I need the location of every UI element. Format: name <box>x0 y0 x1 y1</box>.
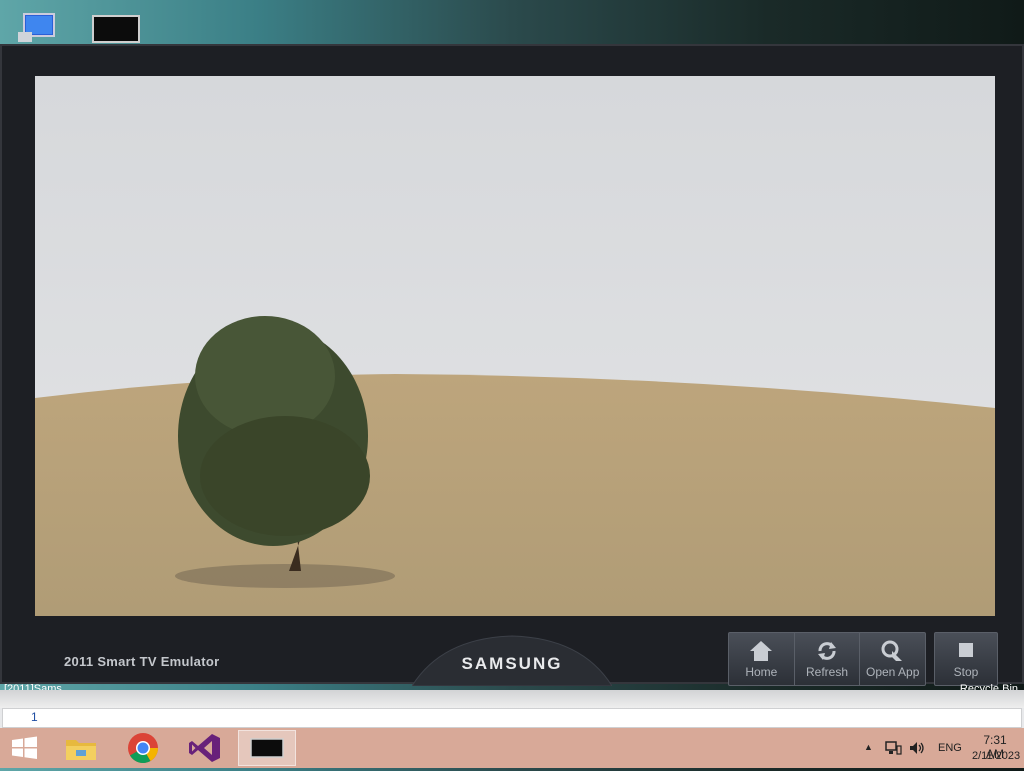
refresh-icon <box>818 642 836 660</box>
tv-emulator-window: 2011 Smart TV Emulator SAMSUNG Home Refr… <box>0 44 1024 686</box>
tv-emulator-taskbar-button[interactable] <box>238 730 296 766</box>
visual-studio-icon <box>189 734 220 762</box>
tv-screen-wallpaper <box>35 76 995 616</box>
open-app-button[interactable]: Open App <box>860 633 925 685</box>
chrome-icon <box>128 733 158 764</box>
home-label: Home <box>745 665 778 679</box>
tv-screen[interactable] <box>35 76 995 616</box>
stop-icon <box>959 643 973 657</box>
refresh-button[interactable]: Refresh <box>795 633 861 685</box>
home-icon <box>750 641 773 661</box>
open-app-label: Open App <box>865 665 920 679</box>
language-indicator[interactable]: ENG <box>938 742 962 754</box>
computer-icon[interactable] <box>16 12 64 44</box>
visual-studio-taskbar-button[interactable] <box>184 730 226 766</box>
output-text: 1 <box>31 710 38 724</box>
samsung-logo-plate: SAMSUNG <box>412 630 612 686</box>
clock-date[interactable]: 2/11/2023 <box>972 750 1020 762</box>
emulator-title: 2011 Smart TV Emulator <box>64 654 220 669</box>
output-panel: 1 <box>0 690 1024 728</box>
samsung-logo: SAMSUNG <box>461 654 563 673</box>
folder-icon <box>66 740 96 760</box>
open-app-icon <box>881 640 902 661</box>
network-icon[interactable] <box>884 740 902 756</box>
system-tray: ▲ ENG 7:31 AM 2/11/2023 <box>824 728 1024 768</box>
tv-emulator-icon[interactable] <box>92 12 140 44</box>
file-explorer-taskbar-button[interactable] <box>60 730 102 766</box>
output-panel-header <box>0 690 1024 708</box>
taskbar: ▲ ENG 7:31 AM 2/11/2023 <box>0 728 1024 768</box>
show-hidden-icons-icon[interactable]: ▲ <box>864 742 873 752</box>
tv-icon <box>250 738 284 758</box>
stop-label: Stop <box>953 665 979 679</box>
emulator-controls: Home Refresh Open App <box>728 632 926 686</box>
refresh-label: Refresh <box>805 665 849 679</box>
stop-button[interactable]: Stop <box>934 632 998 686</box>
output-line[interactable]: 1 <box>2 708 1022 728</box>
windows-logo-icon <box>12 736 37 759</box>
start-button[interactable] <box>4 730 46 766</box>
home-button[interactable]: Home <box>729 633 795 685</box>
volume-icon[interactable] <box>908 740 926 756</box>
chrome-taskbar-button[interactable] <box>122 730 164 766</box>
